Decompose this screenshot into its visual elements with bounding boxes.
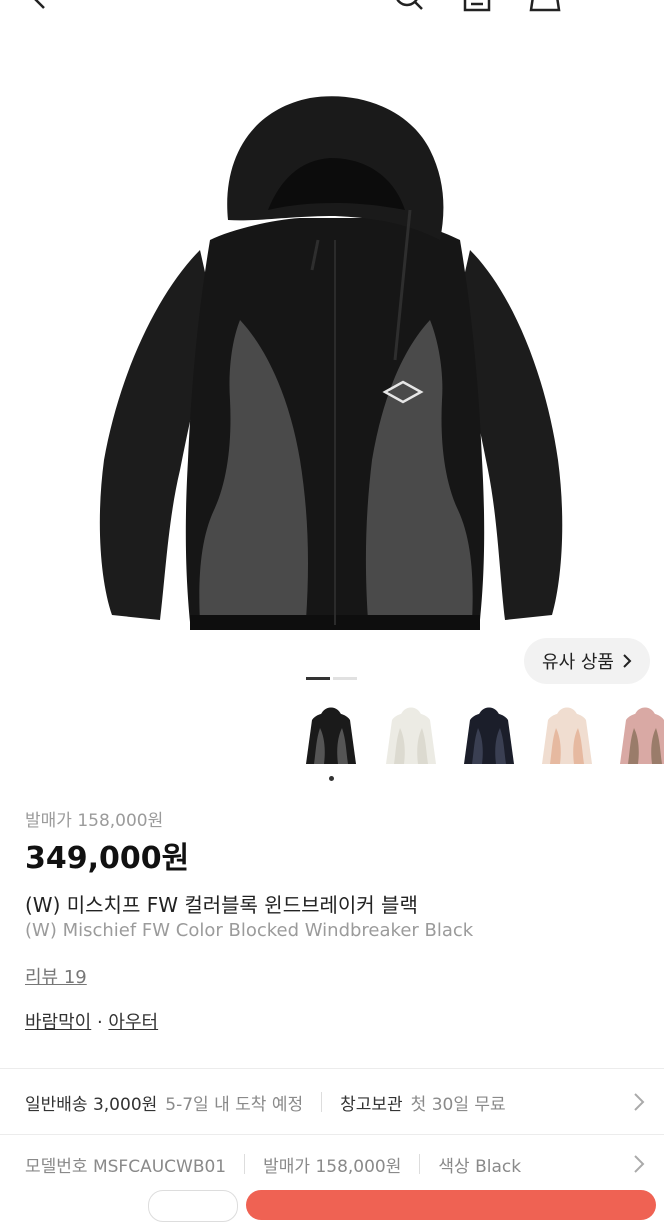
category-separator: · (91, 1012, 109, 1033)
model-number: 모델번호 MSFCAUCWB01 (25, 1156, 227, 1177)
spec-release-price: 발매가 158,000원 (263, 1156, 402, 1177)
category-link-outer[interactable]: 아우터 (108, 1012, 158, 1033)
reviews-link[interactable]: 리뷰 19 (25, 963, 87, 989)
similar-products-button[interactable]: 유사 상품 (524, 638, 650, 684)
chevron-right-icon (634, 1093, 645, 1111)
buy-button[interactable] (246, 1190, 656, 1220)
thumbnail-pink-brown[interactable] (616, 700, 664, 770)
top-navigation-bar (0, 0, 664, 12)
vertical-divider (321, 1092, 323, 1112)
warehouse-storage-note: 첫 30일 무료 (410, 1094, 506, 1115)
delivery-info-row[interactable]: 일반배송 3,000원 5-7일 내 도착 예정 창고보관 첫 30일 무료 (25, 1084, 645, 1120)
current-price: 349,000원 (25, 841, 190, 876)
chevron-right-icon (634, 1155, 645, 1173)
normal-delivery-label: 일반배송 3,000원 (25, 1094, 158, 1115)
image-pager (306, 677, 357, 680)
product-image[interactable] (0, 40, 664, 660)
vertical-divider (419, 1154, 421, 1174)
spec-info-row[interactable]: 모델번호 MSFCAUCWB01 발매가 158,000원 색상 Black (25, 1146, 645, 1182)
thumbnail-peach[interactable] (538, 700, 596, 770)
share-icon[interactable] (462, 0, 492, 12)
pager-segment-active (306, 677, 330, 680)
spec-color: 색상 Black (438, 1156, 522, 1177)
divider (0, 1068, 664, 1069)
product-name-english: (W) Mischief FW Color Blocked Windbreake… (25, 920, 474, 941)
search-icon[interactable] (393, 0, 425, 12)
release-price-label: 발매가 158,000원 (25, 811, 164, 831)
windbreaker-illustration (99, 96, 563, 630)
category-link-windbreaker[interactable]: 바람막이 (25, 1012, 91, 1033)
secondary-action-button[interactable] (148, 1190, 238, 1222)
normal-delivery-eta: 5-7일 내 도착 예정 (165, 1094, 304, 1115)
chevron-right-icon (623, 654, 632, 668)
similar-products-label: 유사 상품 (542, 652, 614, 673)
pager-segment (333, 677, 357, 680)
product-name-korean: (W) 미스치프 FW 컬러블록 윈드브레이커 블랙 (25, 893, 418, 917)
thumbnail-navy[interactable] (460, 700, 518, 770)
shopping-bag-icon[interactable] (528, 0, 562, 12)
thumbnail-ivory[interactable] (382, 700, 440, 770)
thumbnail-black[interactable] (302, 700, 360, 770)
category-breadcrumb: 바람막이 · 아우터 (25, 1008, 158, 1034)
chevron-left-icon[interactable] (30, 0, 52, 10)
selected-thumbnail-indicator (329, 776, 334, 781)
warehouse-storage-label: 창고보관 (340, 1094, 403, 1115)
divider (0, 1134, 664, 1135)
bottom-action-bar (0, 1188, 664, 1222)
vertical-divider (244, 1154, 246, 1174)
color-thumbnails (302, 700, 664, 772)
